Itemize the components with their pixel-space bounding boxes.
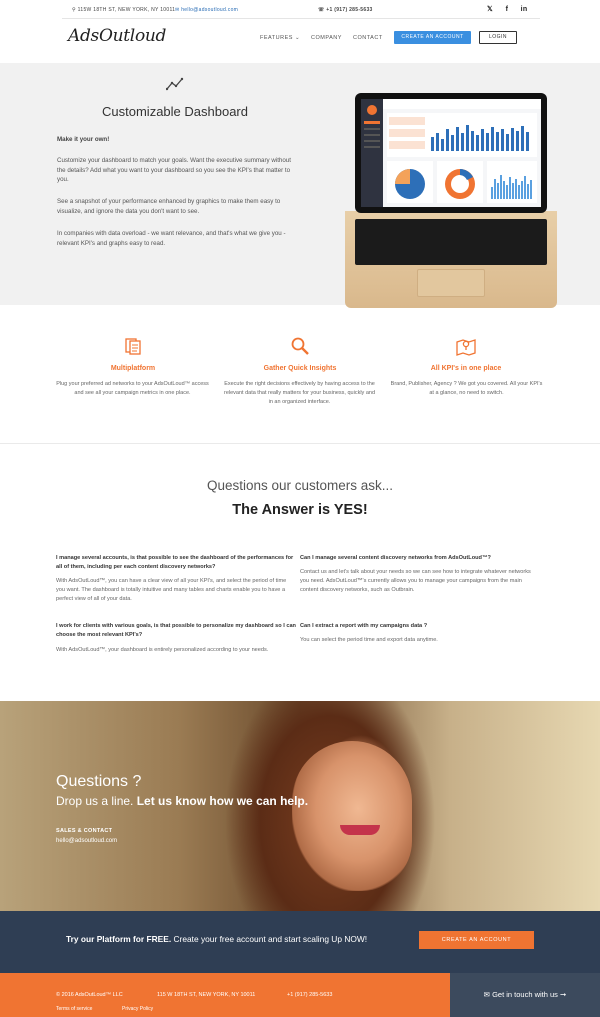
feature-title: Multiplatform bbox=[110, 365, 156, 372]
faq-question: Can I extract a report with my campaigns… bbox=[300, 623, 428, 629]
hero-heading: Questions ? bbox=[56, 773, 142, 790]
feature-description: Plug your preferred ad networks to your … bbox=[56, 381, 209, 396]
cta-text-rest: Create your free account and start scali… bbox=[171, 934, 368, 944]
faq-question: Can I manage several content discovery n… bbox=[300, 555, 491, 561]
hero-tagline-plain: Drop us a line. bbox=[56, 794, 137, 808]
dashboard-paragraph: See a snapshot of your performance enhan… bbox=[57, 198, 281, 215]
map-icon bbox=[456, 339, 476, 356]
chevron-down-icon: ⌄ bbox=[294, 35, 301, 41]
hero-tagline: Drop us a line. Let us know how we can h… bbox=[56, 794, 308, 808]
faq-answer: You can select the period time and expor… bbox=[300, 637, 438, 643]
envelope-icon: ✉ bbox=[483, 990, 490, 999]
footer-phone: +1 (917) 285-5633 bbox=[287, 992, 333, 998]
footer-address: 115 W 18TH ST, NEW YORK, NY 10011 bbox=[157, 992, 256, 998]
sales-label: SALES & CONTACT bbox=[56, 828, 113, 834]
faq-question: I work for clients with various goals, i… bbox=[56, 623, 296, 638]
header-divider bbox=[62, 18, 540, 19]
section-divider bbox=[0, 443, 600, 444]
hero-photo-lips bbox=[340, 825, 380, 835]
cta-text-bold: Try our Platform for FREE. bbox=[66, 934, 172, 944]
nav-company[interactable]: COMPANY bbox=[311, 35, 342, 41]
facebook-icon[interactable]: f bbox=[503, 6, 511, 14]
faq-answer: Contact us and let's talk about your nee… bbox=[300, 569, 531, 593]
address-text: ⚲ 115W 18TH ST, NEW YORK, NY 10011 bbox=[72, 7, 176, 13]
magnifier-icon bbox=[291, 337, 309, 355]
cta-create-account-button[interactable]: CREATE AN ACCOUNT bbox=[419, 931, 534, 949]
faq-question: I manage several accounts, is that possi… bbox=[56, 555, 294, 570]
phone-text: ☏ +1 (917) 285-5633 bbox=[318, 7, 373, 13]
cta-band: Try our Platform for FREE. Create your f… bbox=[0, 911, 600, 973]
contact-hero: Questions ? Drop us a line. Let us know … bbox=[0, 701, 600, 911]
faq-answer: With AdsOutLoud™, you can have a clear v… bbox=[56, 578, 287, 602]
get-in-touch-button[interactable]: ✉ Get in touch with us ➞ bbox=[450, 973, 600, 1017]
section-title: Customizable Dashboard bbox=[102, 104, 248, 119]
footer-copyright: © 2016 AdsOutLoud™ LLC bbox=[56, 992, 123, 998]
laptop-illustration bbox=[345, 93, 600, 308]
twitter-icon[interactable]: 𝕏 bbox=[486, 6, 494, 14]
dashboard-paragraph: In companies with data overload - we wan… bbox=[57, 230, 286, 247]
footer: © 2016 AdsOutLoud™ LLC 115 W 18TH ST, NE… bbox=[0, 973, 600, 1017]
line-chart-icon bbox=[166, 77, 184, 91]
hero-photo-face bbox=[292, 741, 412, 891]
linkedin-icon[interactable]: in bbox=[520, 6, 528, 14]
phone-value: +1 (917) 285-5633 bbox=[326, 7, 373, 13]
dashboard-screenshot bbox=[361, 99, 541, 207]
cta-text: Try our Platform for FREE. Create your f… bbox=[66, 934, 386, 945]
nav-features[interactable]: FEATURES ⌄ bbox=[260, 35, 300, 41]
feature-title: All KPI's in one place bbox=[430, 365, 502, 372]
terms-link[interactable]: Terms of service bbox=[56, 1006, 92, 1012]
address-value: 115W 18TH ST, NEW YORK, NY 10011 bbox=[77, 7, 176, 13]
sales-email-link[interactable]: hello@adsoutloud.com bbox=[56, 838, 117, 844]
faq-title: The Answer is YES! bbox=[232, 502, 368, 518]
dashboard-section: Customizable Dashboard Make it your own!… bbox=[0, 63, 600, 308]
dashboard-preview bbox=[361, 99, 541, 207]
laptop-keyboard bbox=[355, 219, 547, 265]
nav-features-label: FEATURES bbox=[260, 35, 293, 41]
logo[interactable]: AdsOutloud bbox=[68, 26, 166, 46]
get-in-touch-label: Get in touch with us ➞ bbox=[492, 990, 567, 999]
email-value: hello@adsoutloud.com bbox=[181, 7, 239, 13]
feature-title: Gather Quick Insights bbox=[263, 365, 337, 372]
feature-description: Execute the right decisions effectively … bbox=[223, 381, 376, 405]
documents-icon bbox=[125, 338, 141, 355]
create-account-button[interactable]: CREATE AN ACCOUNT bbox=[394, 31, 471, 44]
nav-contact[interactable]: CONTACT bbox=[353, 35, 383, 41]
hero-tagline-bold: Let us know how we can help. bbox=[136, 794, 309, 808]
login-button[interactable]: LOGIN bbox=[479, 31, 517, 44]
laptop-touchpad bbox=[417, 269, 485, 297]
feature-description: Brand, Publisher, Agency ? We got you co… bbox=[390, 381, 543, 396]
email-link[interactable]: ✉ hello@adsoutloud.com bbox=[175, 7, 238, 13]
dashboard-paragraph: Customize your dashboard to match your g… bbox=[57, 157, 291, 183]
top-bar: ⚲ 115W 18TH ST, NEW YORK, NY 10011 ✉ hel… bbox=[0, 0, 600, 18]
faq-answer: With AdsOutLoud™, your dashboard is enti… bbox=[56, 647, 269, 653]
dashboard-lead: Make it your own! bbox=[57, 136, 110, 143]
privacy-link[interactable]: Privacy Policy bbox=[122, 1006, 153, 1012]
faq-subtitle: Questions our customers ask... bbox=[206, 478, 394, 493]
laptop-screen bbox=[355, 93, 547, 213]
